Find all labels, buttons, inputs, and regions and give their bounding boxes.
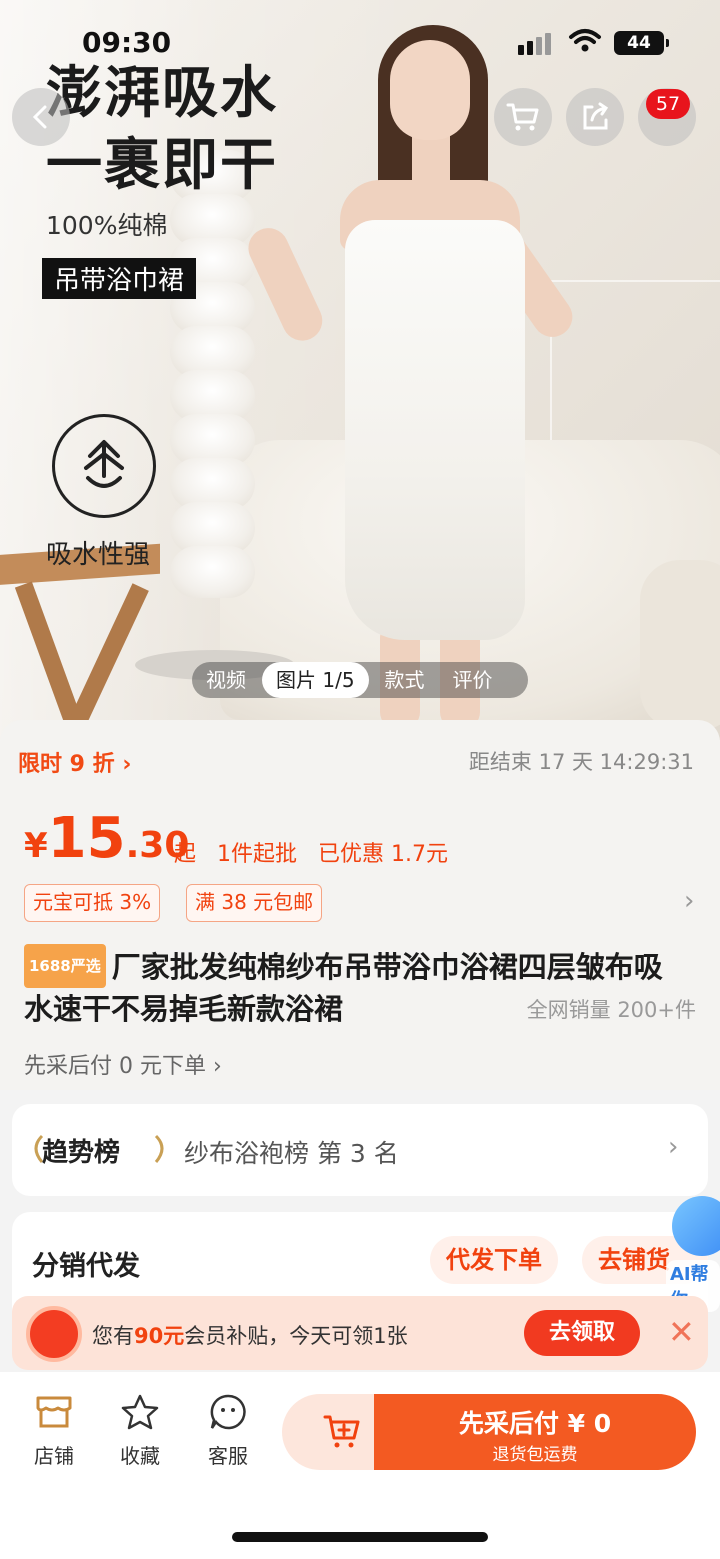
cellular-signal-icon: [518, 33, 551, 55]
tab-reviews[interactable]: 评价: [439, 662, 507, 698]
price-details: 起 1件起批 已优惠 1.7元: [174, 836, 448, 868]
trend-rank: 纱布浴袍榜 第 3 名: [184, 1139, 399, 1168]
discount-amount: 已优惠 1.7元: [317, 842, 448, 867]
buy-now-button[interactable]: 先采后付 ¥ 0 退货包运费: [374, 1394, 696, 1470]
share-button[interactable]: [566, 88, 624, 146]
tab-images[interactable]: 图片 1/5: [262, 662, 369, 698]
towel-dress: [345, 220, 525, 640]
claim-button[interactable]: 去领取: [524, 1310, 640, 1356]
favorite-button[interactable]: 收藏: [100, 1392, 180, 1469]
chevron-right-icon[interactable]: ›: [684, 886, 694, 916]
buy-main-label: 先采后付 ¥ 0: [458, 1409, 612, 1438]
media-tabs: 视频 图片 1/5 款式 评价: [192, 662, 528, 698]
absorb-logo-icon: [52, 414, 156, 518]
chat-icon: [210, 1394, 246, 1430]
trend-ranking-card[interactable]: 趋势榜 纱布浴袍榜 第 3 名 ›: [12, 1104, 708, 1196]
clock: 09:30: [82, 26, 172, 59]
share-icon: [583, 102, 609, 130]
chevron-right-icon: ›: [668, 1132, 679, 1162]
chevron-right-icon: ›: [212, 1054, 222, 1079]
home-indicator: [232, 1532, 488, 1542]
bottom-action-bar: 店铺 收藏 客服 先采后付 ¥ 0 退货包运费: [0, 1372, 720, 1559]
chevron-left-icon: [32, 105, 47, 129]
price-integer: 15: [47, 806, 126, 871]
feature-text: 吸水性强: [46, 540, 151, 570]
cotton-text: 100%纯棉: [46, 211, 168, 240]
distribution-title: 分销代发: [32, 1251, 140, 1282]
star-icon: [121, 1394, 159, 1430]
chevron-right-icon: ›: [122, 752, 132, 777]
wifi-icon: [569, 29, 601, 52]
dropship-button[interactable]: 代发下单: [430, 1236, 558, 1284]
model-figure: [240, 20, 620, 730]
countdown-label: 距结束: [468, 750, 532, 774]
trend-title: 趋势榜: [42, 1138, 121, 1168]
cart-icon: [506, 103, 539, 131]
favorite-label: 收藏: [120, 1444, 160, 1468]
service-label: 客服: [208, 1444, 248, 1468]
notification-badge: 57: [646, 89, 690, 119]
cart-add-icon: [323, 1415, 360, 1448]
flash-sale-text: 限时 9 折: [18, 752, 115, 777]
battery-icon: 44: [614, 31, 669, 55]
subsidy-text: 您有90元会员补贴，今天可领1张: [92, 1320, 408, 1350]
model-arm: [241, 221, 329, 348]
price-suffix: 起: [174, 842, 197, 867]
tab-video[interactable]: 视频: [192, 662, 260, 698]
sofa-arm: [640, 560, 720, 730]
pay-later-link[interactable]: 先采后付 0 元下单 ›: [24, 1048, 222, 1080]
currency-symbol: ¥: [24, 826, 48, 866]
cart-button[interactable]: [494, 88, 552, 146]
product-page: 澎湃吸水 一裹即干 100%纯棉 吊带浴巾裙 吸水性强 视频 图片 1/5 款式…: [0, 0, 720, 1559]
countdown: 距结束 17 天 14:29:31: [469, 746, 694, 776]
flash-sale-label[interactable]: 限时 9 折 ›: [18, 746, 131, 778]
pay-later-text: 先采后付 0 元下单: [24, 1054, 206, 1079]
tab-styles[interactable]: 款式: [371, 662, 439, 698]
price: ¥15.30: [24, 806, 189, 871]
shop-button[interactable]: 店铺: [14, 1392, 94, 1469]
subsidy-prefix: 您有: [92, 1324, 134, 1348]
back-button[interactable]: [12, 88, 70, 146]
shop-label: 店铺: [34, 1444, 74, 1468]
brand-badge: 1688严选: [24, 944, 106, 988]
subsidy-banner: 您有90元会员补贴，今天可领1张 去领取 ✕: [12, 1296, 708, 1370]
buy-sub-label: 退货包运费: [492, 1445, 578, 1465]
status-bar: 09:30 44: [0, 0, 720, 84]
coupon-tag[interactable]: 满 38 元包邮: [186, 884, 323, 922]
sales-count: 全网销量 200+件: [526, 998, 696, 1022]
coupon-tag[interactable]: 元宝可抵 3%: [24, 884, 161, 922]
subsidy-amount: 90元: [134, 1324, 185, 1348]
close-icon[interactable]: ✕: [668, 1314, 695, 1350]
headline-line-2: 一裹即干: [46, 133, 278, 198]
store-icon: [36, 1396, 72, 1428]
countdown-value: 17 天 14:29:31: [538, 750, 694, 774]
product-type-tag: 吊带浴巾裙: [42, 258, 197, 299]
min-order: 1件起批: [217, 842, 297, 867]
laurel-right-icon: [154, 1134, 164, 1163]
red-envelope-icon: [26, 1306, 82, 1362]
tree-icon: [84, 440, 124, 488]
subsidy-suffix: 会员补贴，今天可领1张: [184, 1324, 408, 1348]
service-button[interactable]: 客服: [188, 1392, 268, 1469]
